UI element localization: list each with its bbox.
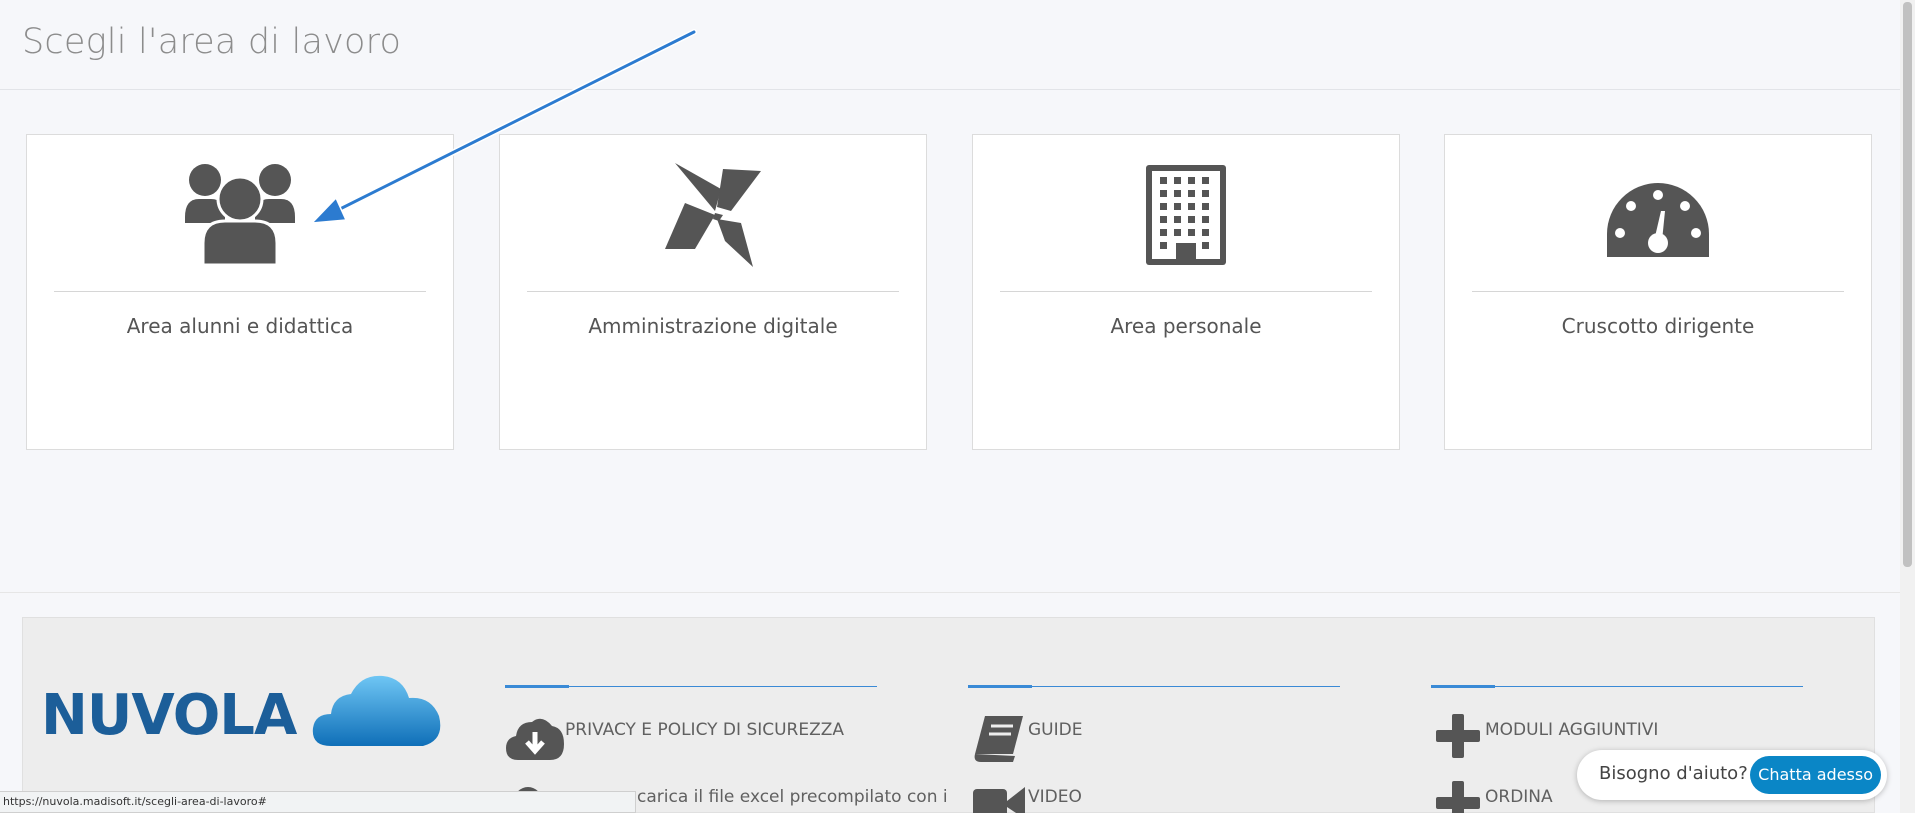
- footer-column-divider: [1431, 685, 1803, 688]
- chat-now-button[interactable]: Chatta adesso: [1750, 756, 1881, 794]
- page-title: Scegli l'area di lavoro: [22, 22, 402, 62]
- card-separator: [1472, 291, 1844, 292]
- privacy-policy-link[interactable]: PRIVACY E POLICY DI SICUREZZA: [505, 714, 844, 764]
- link-label: PRIVACY E POLICY DI SICUREZZA: [565, 720, 845, 740]
- footer-column-divider: [968, 685, 1340, 688]
- link-label: MODULI AGGIUNTIVI: [1485, 720, 1659, 740]
- card-area-alunni[interactable]: Area alunni e didattica: [26, 134, 454, 450]
- dashboard-icon: [1445, 163, 1871, 267]
- card-area-personale[interactable]: Area personale: [972, 134, 1400, 450]
- video-camera-icon: [968, 781, 1028, 813]
- link-label: GUIDE: [1028, 720, 1083, 740]
- page-header: Scegli l'area di lavoro: [0, 0, 1900, 90]
- ordina-link[interactable]: ORDINA: [1431, 781, 1553, 813]
- users-icon: [27, 163, 453, 267]
- card-separator: [1000, 291, 1372, 292]
- link-label: ORDINA: [1485, 787, 1553, 807]
- card-label: Area personale: [1110, 314, 1262, 338]
- scrollbar-thumb[interactable]: [1903, 2, 1912, 567]
- chat-widget: Bisogno d'aiuto? Chatta adesso: [1577, 750, 1887, 800]
- logo-text: NUVOLA: [41, 683, 297, 748]
- book-icon: [968, 714, 1028, 764]
- card-separator: [54, 291, 426, 292]
- link-label: VIDEO: [1028, 787, 1082, 807]
- card-label: Cruscotto dirigente: [1561, 314, 1755, 338]
- card-label: Amministrazione digitale: [588, 314, 838, 338]
- card-label: Area alunni e didattica: [126, 314, 354, 338]
- cloud-download-icon: [505, 714, 565, 764]
- cloud-logo-icon: [312, 675, 441, 746]
- video-link[interactable]: VIDEO: [968, 781, 1082, 813]
- nuvola-logo[interactable]: NUVOLA: [41, 670, 446, 752]
- plus-icon: [1431, 781, 1485, 813]
- building-icon: [973, 163, 1399, 267]
- plus-icon: [1431, 714, 1485, 764]
- status-bar-url: https://nuvola.madisoft.it/scegli-area-d…: [0, 791, 636, 813]
- card-amministrazione-digitale[interactable]: Amministrazione digitale: [499, 134, 927, 450]
- pinwheel-icon: [500, 163, 926, 267]
- chat-prompt: Bisogno d'aiuto?: [1599, 763, 1748, 784]
- footer-column-divider: [505, 685, 877, 688]
- guide-link[interactable]: GUIDE: [968, 714, 1082, 764]
- card-cruscotto-dirigente[interactable]: Cruscotto dirigente: [1444, 134, 1872, 450]
- card-separator: [527, 291, 899, 292]
